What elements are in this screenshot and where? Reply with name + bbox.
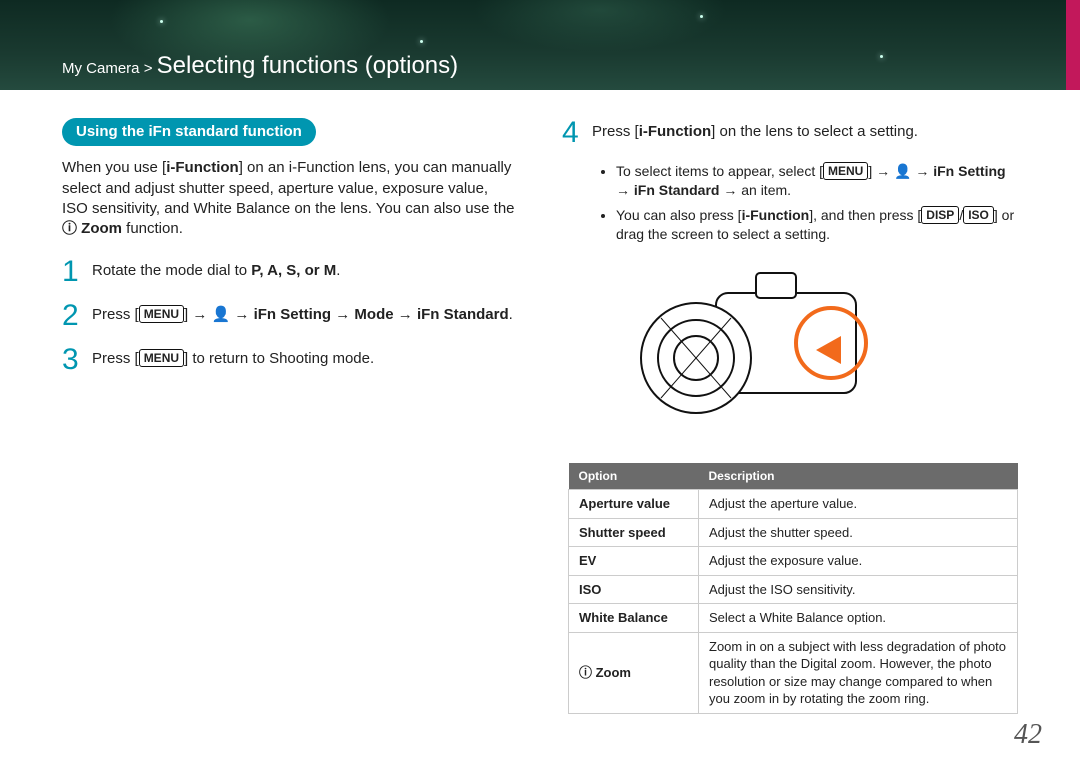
menu-icon: MENU bbox=[823, 162, 868, 180]
table-row: White BalanceSelect a White Balance opti… bbox=[569, 604, 1018, 633]
accent-bar bbox=[1066, 0, 1080, 90]
step-text: Rotate the mode dial to P, A, S, or M. bbox=[92, 257, 516, 281]
step-2: 2 Press [MENU] → 👤 → iFn Setting → Mode … bbox=[62, 301, 516, 331]
table-header-description: Description bbox=[699, 463, 1018, 490]
menu-icon: MENU bbox=[139, 305, 184, 323]
disp-icon: DISP bbox=[921, 206, 959, 224]
sub-bullet: You can also press [i-Function], and the… bbox=[616, 206, 1018, 244]
step-3: 3 Press [MENU] to return to Shooting mod… bbox=[62, 345, 516, 375]
page-title: Selecting functions (options) bbox=[157, 52, 459, 79]
page-number: 42 bbox=[1014, 719, 1042, 751]
step-text: Press [MENU] to return to Shooting mode. bbox=[92, 345, 516, 369]
table-row: Shutter speedAdjust the shutter speed. bbox=[569, 518, 1018, 547]
table-header-option: Option bbox=[569, 463, 699, 490]
iso-icon: ISO bbox=[963, 206, 994, 224]
camera-illustration bbox=[606, 258, 926, 443]
table-row: Aperture valueAdjust the aperture value. bbox=[569, 490, 1018, 519]
left-column: Using the iFn standard function When you… bbox=[62, 118, 516, 714]
section-heading-pill: Using the iFn standard function bbox=[62, 118, 316, 146]
person-icon: 👤 bbox=[894, 163, 911, 179]
step-1: 1 Rotate the mode dial to P, A, S, or M. bbox=[62, 257, 516, 287]
options-table: Option Description Aperture valueAdjust … bbox=[568, 463, 1018, 714]
breadcrumb-sep: > bbox=[144, 60, 157, 77]
step-number: 1 bbox=[62, 257, 92, 287]
step-number: 4 bbox=[562, 118, 592, 148]
breadcrumb: My Camera > Selecting functions (options… bbox=[62, 52, 458, 80]
step-4: 4 Press [i-Function] on the lens to sele… bbox=[562, 118, 1018, 148]
breadcrumb-prefix: My Camera bbox=[62, 60, 140, 77]
page-header: My Camera > Selecting functions (options… bbox=[0, 0, 1080, 90]
table-row: EVAdjust the exposure value. bbox=[569, 547, 1018, 576]
sub-bullet: To select items to appear, select [MENU]… bbox=[616, 162, 1018, 200]
person-icon: 👤 bbox=[212, 306, 231, 323]
right-column: 4 Press [i-Function] on the lens to sele… bbox=[562, 118, 1018, 714]
step-number: 2 bbox=[62, 301, 92, 331]
menu-icon: MENU bbox=[139, 349, 184, 367]
table-row: ⓘ ZoomZoom in on a subject with less deg… bbox=[569, 632, 1018, 713]
table-row: ISOAdjust the ISO sensitivity. bbox=[569, 575, 1018, 604]
step-number: 3 bbox=[62, 345, 92, 375]
intro-paragraph: When you use [i-Function] on an i-Functi… bbox=[62, 158, 516, 239]
step-text: Press [MENU] → 👤 → iFn Setting → Mode → … bbox=[92, 301, 516, 325]
sub-bullet-list: To select items to appear, select [MENU]… bbox=[562, 162, 1018, 244]
step-text: Press [i-Function] on the lens to select… bbox=[592, 118, 1018, 142]
